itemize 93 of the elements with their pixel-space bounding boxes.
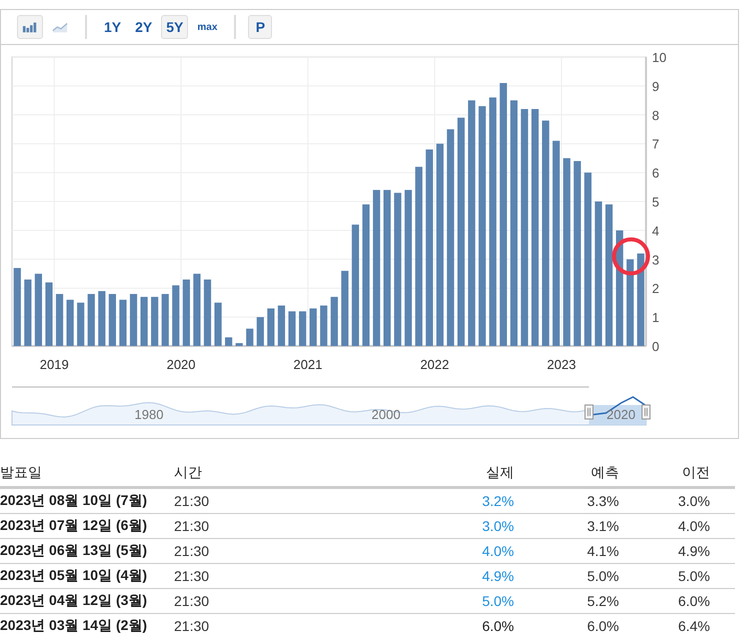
bar-chart-icon [22, 22, 36, 32]
table-cell: 4.9% [434, 564, 514, 588]
axis-label: 5 [652, 194, 660, 210]
table-cell: 3.0% [434, 514, 514, 538]
axis-label: 4 [652, 223, 660, 238]
axis-label: 2022 [420, 357, 450, 372]
bar [24, 280, 32, 346]
range-handle[interactable] [642, 404, 650, 420]
table-cell: 21:30 [174, 488, 434, 514]
chart-type-button[interactable] [17, 15, 43, 39]
axis-label: 2020 [166, 357, 196, 372]
range-button[interactable]: max [192, 15, 222, 39]
table-cell: 4.9% [619, 538, 735, 564]
table-cell: 2023년 05월 10일 (4월) [0, 564, 174, 588]
navigator-label: 2000 [372, 407, 400, 422]
axis-label: 0 [652, 339, 660, 354]
bar [56, 294, 64, 346]
table-cell: 21:30 [174, 538, 434, 564]
table-cell: 2023년 08월 10일 (7월) [0, 488, 174, 514]
table-cell: 2023년 06월 13일 (5월) [0, 538, 174, 564]
table-cell: 5.2% [514, 588, 619, 614]
bar [45, 282, 53, 346]
column-header: 예측 [514, 460, 619, 488]
axis-label: 2023 [547, 357, 576, 372]
table-cell: 6.4% [619, 614, 735, 638]
bar [246, 328, 254, 346]
range-button[interactable]: 5Y [161, 15, 188, 39]
table-cell: 21:30 [174, 614, 434, 638]
axis-label: 1 [652, 310, 660, 326]
bar [66, 300, 74, 346]
bar [151, 296, 158, 346]
bar [236, 343, 243, 346]
print-button[interactable]: P [248, 15, 272, 39]
table-cell: 6.0% [434, 614, 514, 638]
bar [98, 291, 106, 346]
bar [310, 308, 317, 346]
bar [88, 294, 95, 346]
column-header: 이전 [619, 460, 735, 488]
table-cell: 5.0% [514, 564, 619, 588]
bar [214, 302, 222, 346]
area-chart-icon [52, 22, 68, 32]
range-button[interactable]: 1Y [99, 15, 126, 39]
table-cell: 3.3% [514, 488, 619, 514]
navigator-label: 1980 [134, 407, 164, 422]
table-cell: 5.0% [619, 564, 735, 588]
table-cell: 3.1% [514, 514, 619, 538]
bar [225, 337, 232, 346]
axis-label: 2019 [40, 357, 69, 372]
table-cell: 4.0% [619, 514, 735, 538]
table-cell: 21:30 [174, 514, 434, 538]
bar [130, 294, 138, 346]
axis-label: 7 [652, 136, 660, 152]
range-handle[interactable] [584, 404, 594, 420]
table-cell: 4.1% [514, 538, 619, 564]
table-cell: 3.0% [619, 488, 735, 514]
table-cell: 4.0% [434, 538, 514, 564]
column-header: 실제 [434, 460, 514, 488]
bar [162, 294, 169, 346]
navigator-label: 2020 [606, 407, 636, 422]
bar [172, 285, 180, 346]
highlight-circle [612, 237, 650, 276]
bar [267, 308, 274, 346]
bar [77, 302, 84, 346]
bar [140, 296, 148, 346]
bar [204, 280, 212, 346]
bar [278, 306, 286, 346]
column-header: 시간 [174, 460, 434, 488]
table-cell: 2023년 03월 14일 (2월) [0, 614, 174, 638]
axis-label: 8 [652, 108, 660, 123]
bar [330, 296, 338, 346]
axis-label: 3 [652, 252, 660, 268]
table-cell: 5.0% [434, 588, 514, 614]
range-button[interactable]: 2Y [130, 15, 158, 39]
table-cell: 6.0% [619, 588, 735, 614]
bar [256, 317, 264, 346]
bar [320, 306, 328, 346]
axis-label: 9 [652, 78, 660, 94]
table-cell: 2023년 07월 12일 (6월) [0, 514, 174, 538]
bar [119, 300, 127, 346]
table-cell: 2023년 04월 12일 (3월) [0, 588, 174, 614]
bar [182, 280, 190, 346]
axis-label: 2021 [293, 357, 322, 372]
column-header: 발표일 [0, 460, 174, 488]
bar [108, 294, 116, 346]
axis-label: 10 [652, 50, 666, 65]
bar [288, 311, 296, 346]
axis-label: 6 [652, 166, 660, 181]
table-cell: 21:30 [174, 564, 434, 588]
table-cell: 3.2% [434, 488, 514, 514]
axis-label: 2 [652, 281, 660, 296]
table-cell: 21:30 [174, 588, 434, 614]
table-cell: 6.0% [514, 614, 619, 638]
bar [298, 311, 306, 346]
